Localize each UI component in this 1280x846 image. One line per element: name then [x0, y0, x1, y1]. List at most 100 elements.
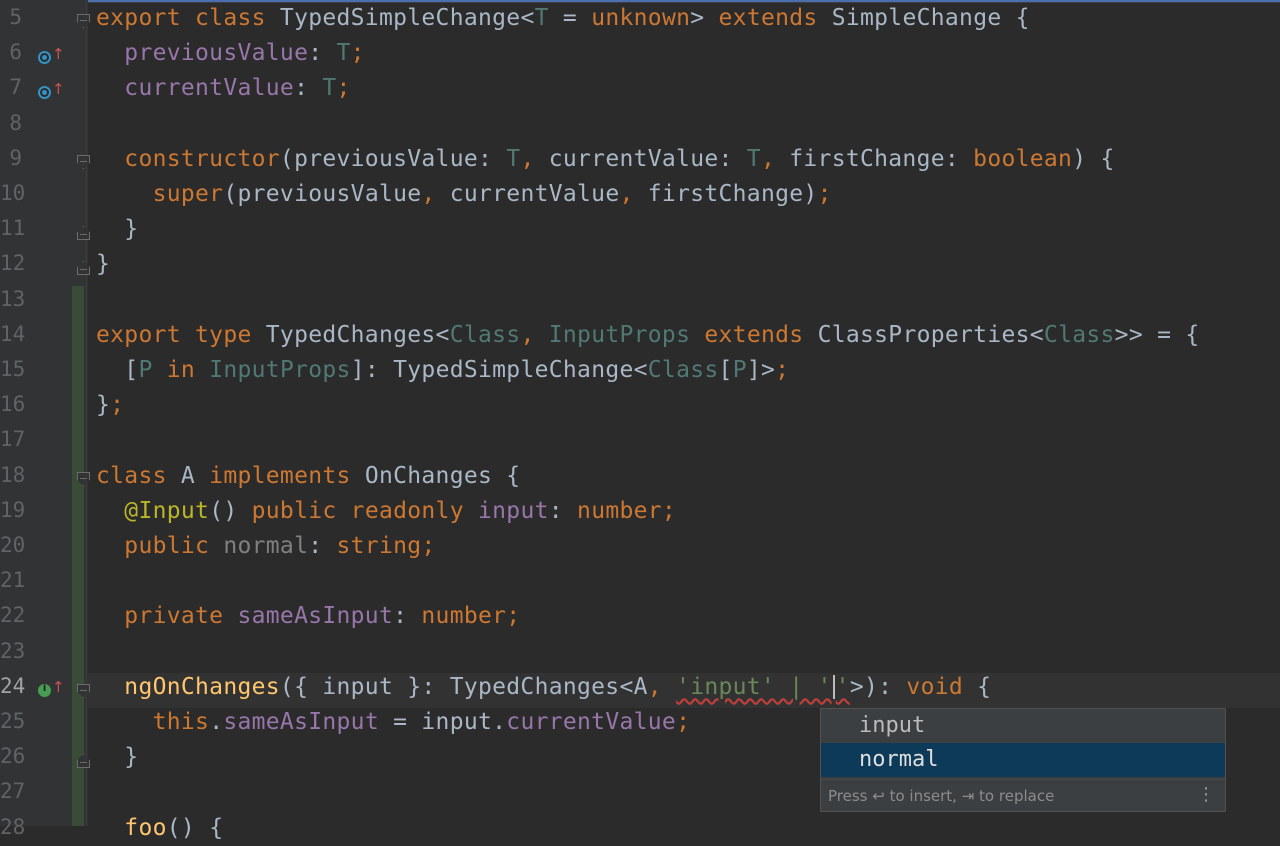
line-number: 23	[0, 638, 26, 663]
code-text[interactable]: @Input() public readonly input: number;	[96, 498, 676, 524]
code-text[interactable]: };	[96, 392, 124, 418]
code-line[interactable]: 23	[0, 635, 1280, 670]
code-token: public readonly	[251, 497, 478, 524]
code-text[interactable]: export type TypedChanges<Class, InputPro…	[96, 322, 1200, 348]
code-token: number;	[421, 603, 521, 630]
code-token: ,	[647, 673, 677, 700]
code-text[interactable]: constructor(previousValue: T, currentVal…	[96, 146, 1115, 172]
code-token: void	[906, 673, 978, 700]
code-text[interactable]: ngOnChanges({ input }: TypedChanges<A, '…	[96, 674, 991, 700]
code-token: :	[308, 533, 337, 559]
override-field-icon[interactable]	[38, 51, 51, 64]
line-number: 7	[9, 75, 22, 100]
code-line[interactable]: 5 export class TypedSimpleChange<T = unkn…	[0, 1, 1280, 36]
code-line[interactable]: 19 @Input() public readonly input: numbe…	[0, 494, 1280, 529]
code-line[interactable]: 14 export type TypedChanges<Class, InputP…	[0, 318, 1280, 353]
code-token: <	[520, 5, 535, 31]
code-line[interactable]: 15 [P in InputProps]: TypedSimpleChange<…	[0, 353, 1280, 388]
code-token: A	[180, 462, 210, 489]
code-token: ()	[209, 497, 252, 524]
code-line[interactable]: 22 private sameAsInput: number;	[0, 599, 1280, 634]
code-line[interactable]: 16};	[0, 388, 1280, 423]
code-text[interactable]: previousValue: T;	[96, 40, 365, 66]
line-number: 18	[0, 462, 26, 487]
implements-up-arrow-icon[interactable]: ↑	[52, 80, 65, 98]
implements-up-arrow-icon[interactable]: ↑	[52, 45, 65, 63]
code-line[interactable]: 21	[0, 564, 1280, 599]
code-token: foo	[124, 814, 167, 841]
code-text[interactable]: export class TypedSimpleChange<T = unkno…	[96, 5, 1030, 31]
code-text[interactable]: super(previousValue, currentValue, first…	[96, 181, 832, 207]
code-token: T	[506, 145, 521, 172]
code-text[interactable]: this.sameAsInput = input.currentValue;	[96, 709, 690, 735]
code-token: private	[124, 603, 238, 630]
code-token: ]: TypedSimpleChange<	[350, 357, 648, 383]
code-token: [	[718, 357, 733, 383]
completion-popup[interactable]: input normal Press ↩ to insert, ⇥ to rep…	[820, 708, 1226, 812]
code-token: string;	[336, 533, 436, 559]
code-token: T	[746, 145, 761, 172]
text-cursor	[832, 675, 835, 700]
code-token: SimpleChange {	[831, 5, 1030, 31]
code-line[interactable]: 18 class A implements OnChanges {	[0, 459, 1280, 494]
line-number: 12	[0, 251, 26, 276]
line-number: 17	[0, 427, 26, 452]
implemented-method-icon[interactable]: I	[38, 684, 51, 697]
code-token: (previousValue	[223, 181, 422, 207]
line-number: 15	[0, 357, 26, 381]
code-token: TypedChanges<	[265, 321, 450, 348]
code-token: unknown	[591, 5, 691, 31]
code-line[interactable]: 28 foo() {	[0, 811, 1280, 846]
code-token: input	[478, 497, 549, 524]
code-token: ClassProperties<	[817, 321, 1044, 348]
code-line[interactable]: 7 currentValue: T;	[0, 71, 1280, 106]
code-text[interactable]: public normal: string;	[96, 533, 436, 559]
code-text[interactable]: class A implements OnChanges {	[96, 463, 520, 489]
override-field-icon[interactable]	[38, 86, 51, 99]
line-number: 28	[0, 814, 26, 839]
code-line[interactable]: 17	[0, 423, 1280, 458]
code-token: in	[166, 357, 210, 383]
code-line[interactable]: 9 constructor(previousValue: T, currentV…	[0, 142, 1280, 177]
code-token: T	[534, 5, 549, 31]
line-number: 8	[9, 110, 22, 135]
code-text[interactable]: }	[96, 744, 138, 770]
code-token: InputProps	[209, 357, 351, 383]
implements-up-arrow-icon[interactable]: ↑	[52, 678, 65, 696]
code-token: () {	[166, 814, 224, 841]
code-line[interactable]: 20 public normal: string;	[0, 529, 1280, 564]
code-line[interactable]: 10 super(previousValue, currentValue, fi…	[0, 177, 1280, 212]
line-number: 27	[0, 779, 26, 804]
code-token: P	[732, 357, 747, 383]
code-text[interactable]: [P in InputProps]: TypedSimpleChange<Cla…	[96, 357, 789, 383]
code-line[interactable]: 12}	[0, 247, 1280, 282]
code-text[interactable]: }	[96, 251, 110, 277]
code-line[interactable]: 11 }	[0, 212, 1280, 247]
code-text[interactable]: private sameAsInput: number;	[96, 603, 520, 629]
code-token: ,	[760, 145, 790, 172]
code-token: currentValue	[124, 75, 295, 102]
code-text[interactable]: currentValue: T;	[96, 75, 351, 101]
code-token: currentValue	[449, 181, 620, 207]
code-line[interactable]: 8	[0, 107, 1280, 142]
more-vertical-icon[interactable]: ⋮	[1197, 781, 1215, 809]
line-number: 6	[9, 40, 22, 65]
code-token: implements	[209, 462, 365, 489]
code-line[interactable]: 13	[0, 283, 1280, 318]
code-token: ngOnChanges	[124, 673, 280, 700]
code-line[interactable]: 6 previousValue: T;	[0, 36, 1280, 71]
code-text[interactable]: foo() {	[96, 815, 223, 841]
code-line[interactable]: 24 ngOnChanges({ input }: TypedChanges<A…	[0, 670, 1280, 705]
completion-item-input[interactable]: input	[821, 709, 1225, 743]
code-token: ,	[520, 321, 549, 348]
line-number: 16	[0, 392, 26, 417]
completion-item-normal[interactable]: normal	[821, 743, 1225, 777]
code-token: ;	[676, 709, 691, 735]
code-text[interactable]: }	[96, 216, 138, 242]
